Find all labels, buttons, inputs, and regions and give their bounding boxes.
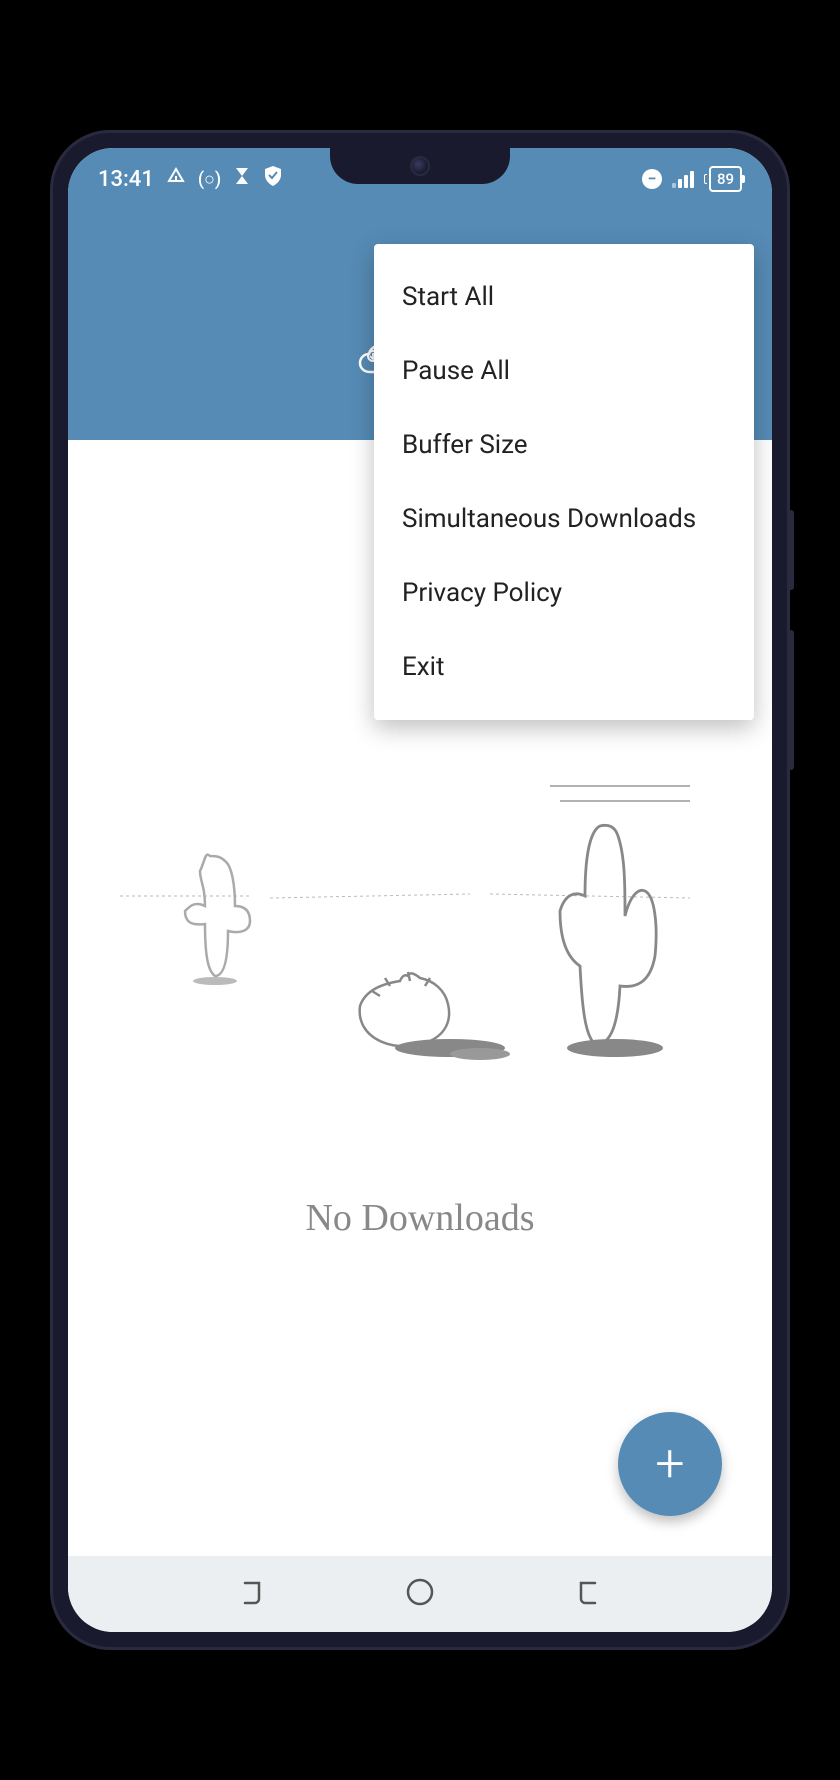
menu-privacy-policy[interactable]: Privacy Policy — [374, 556, 754, 630]
signal-icon — [672, 170, 694, 188]
phone-frame: 13:41 (○) — [50, 130, 790, 1650]
overflow-menu: Start All Pause All Buffer Size Simultan… — [374, 244, 754, 720]
menu-exit[interactable]: Exit — [374, 630, 754, 704]
status-time: 13:41 — [98, 167, 154, 192]
nav-recent-button[interactable] — [237, 1577, 267, 1611]
menu-pause-all[interactable]: Pause All — [374, 334, 754, 408]
menu-start-all[interactable]: Start All — [374, 260, 754, 334]
nav-back-button[interactable] — [573, 1577, 603, 1611]
triangle-icon — [166, 166, 186, 192]
status-left: 13:41 (○) — [98, 165, 283, 193]
menu-buffer-size[interactable]: Buffer Size — [374, 408, 754, 482]
add-download-button[interactable]: + — [618, 1412, 722, 1516]
empty-illustration — [68, 756, 772, 1096]
shield-icon — [263, 165, 283, 193]
nav-bar — [68, 1556, 772, 1632]
menu-simultaneous-downloads[interactable]: Simultaneous Downloads — [374, 482, 754, 556]
nav-home-button[interactable] — [404, 1576, 436, 1612]
plus-icon: + — [655, 1438, 684, 1490]
front-camera — [410, 156, 430, 176]
status-right: − 89 — [642, 166, 742, 192]
hotspot-icon: (○) — [198, 169, 221, 190]
battery-icon: 89 — [704, 166, 742, 192]
dnd-icon: − — [642, 169, 662, 189]
empty-state-text: No Downloads — [305, 1196, 534, 1240]
screen: 13:41 (○) — [68, 148, 772, 1632]
hourglass-icon — [233, 166, 251, 192]
notch — [330, 148, 510, 184]
